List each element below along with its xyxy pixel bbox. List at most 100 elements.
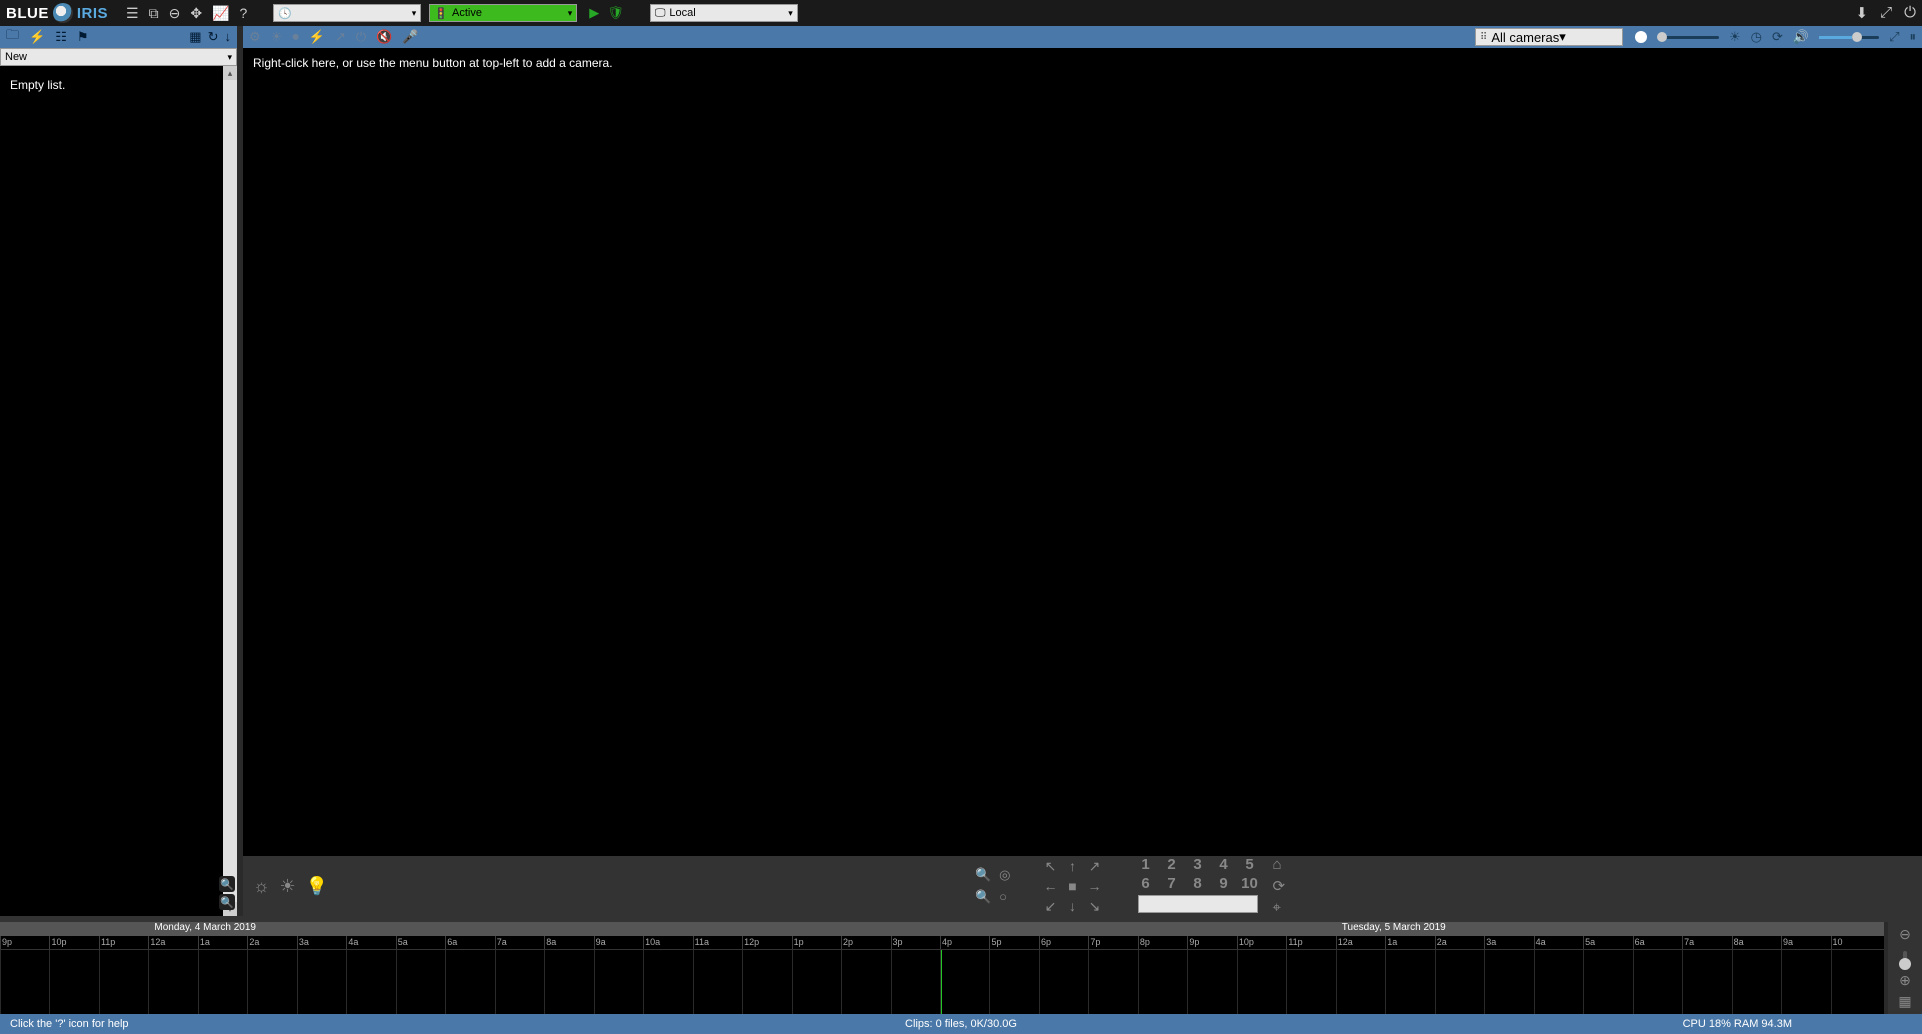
ir-light-icon[interactable]: 💡: [306, 876, 328, 897]
snapshot-icon[interactable]: ⚡: [309, 29, 325, 45]
timeline-date-2: Tuesday, 5 March 2019: [1342, 922, 1446, 933]
ptz-down-right-icon[interactable]: ↘: [1085, 897, 1105, 915]
speaker-icon[interactable]: 🔇: [376, 29, 392, 45]
zoom-out-icon[interactable]: 🔍: [975, 889, 991, 905]
home-icon[interactable]: ⌂: [1273, 856, 1286, 873]
hour-label: 1a: [1387, 937, 1397, 947]
record-icon[interactable]: ⏺: [292, 29, 299, 45]
hour-label: 2a: [1437, 937, 1447, 947]
preset-name-input[interactable]: [1138, 895, 1258, 913]
server-select[interactable]: 🖵 Local ▾: [650, 4, 798, 22]
preset-5[interactable]: 5: [1239, 856, 1261, 873]
volume-icon[interactable]: 🔊: [1793, 29, 1809, 45]
power-icon[interactable]: ⏻: [1904, 4, 1916, 22]
move-icon[interactable]: ✥: [190, 5, 202, 22]
preset-3[interactable]: 3: [1187, 856, 1209, 873]
sidebar-toolbar: 🗀 ⚡ ☷ ⚑ ▦ ↻ ↓: [0, 26, 237, 48]
timer-icon[interactable]: ◷: [1751, 29, 1762, 45]
timeline-date-1: Monday, 4 March 2019: [154, 922, 256, 933]
profile-select-value: Active: [452, 7, 482, 19]
flag-icon[interactable]: ⚑: [77, 29, 89, 45]
focus-near-icon[interactable]: ◎: [999, 867, 1010, 883]
brightness-up-icon[interactable]: ☀: [280, 876, 296, 897]
ptz-up-icon[interactable]: ↑: [1063, 857, 1083, 875]
alerts-icon[interactable]: ⚡: [29, 29, 45, 45]
focus-far-icon[interactable]: ○: [999, 889, 1007, 905]
preset-7[interactable]: 7: [1161, 875, 1183, 892]
preset-2[interactable]: 2: [1161, 856, 1183, 873]
cycle-icon[interactable]: ⟳: [1273, 877, 1286, 895]
expand-icon[interactable]: ⤢: [1889, 29, 1899, 45]
pause-icon[interactable]: ⏸: [1910, 29, 1917, 45]
ptz-down-icon[interactable]: ↓: [1063, 897, 1083, 915]
no-entry-icon[interactable]: ⊖: [169, 5, 181, 22]
fullscreen-icon[interactable]: ⤢: [1880, 4, 1892, 22]
clips-icon[interactable]: 🗀: [6, 26, 19, 48]
brightness-down-icon[interactable]: ☼: [253, 876, 270, 897]
camera-viewer[interactable]: Right-click here, or use the menu button…: [243, 48, 1922, 856]
empty-list-label: Empty list.: [10, 78, 227, 92]
preset-10[interactable]: 10: [1239, 875, 1261, 892]
zoom-in-icon[interactable]: 🔍: [975, 867, 991, 883]
layers-icon[interactable]: ☷: [55, 29, 67, 45]
sun-icon[interactable]: ☀: [271, 29, 283, 45]
zoom-in-icon[interactable]: 🔍: [219, 876, 235, 892]
logo-text-blue: BLUE: [6, 5, 49, 22]
title-bar: BLUE IRIS ☰ ⧉ ⊖ ✥ 📈 ? 🕓 ▾ 🚦 Active ▾ ▶ 🛡…: [0, 0, 1922, 26]
ptz-right-icon[interactable]: →: [1085, 877, 1105, 895]
tl-minus-icon[interactable]: ⊖: [1899, 926, 1911, 943]
preset-1[interactable]: 1: [1135, 856, 1157, 873]
sort-down-icon[interactable]: ↓: [225, 29, 232, 45]
folder-select[interactable]: New ▾: [0, 48, 237, 66]
sync-icon[interactable]: ⟳: [1772, 29, 1783, 45]
ptz-up-left-icon[interactable]: ↖: [1041, 857, 1061, 875]
mic-icon[interactable]: 🎤: [402, 29, 418, 45]
grid-icon: ⠿: [1480, 32, 1487, 43]
popout-icon[interactable]: ↗: [335, 29, 346, 45]
scroll-up-icon[interactable]: ▴: [223, 66, 237, 80]
camera-select[interactable]: ⠿ All cameras ▾: [1475, 28, 1623, 46]
preset-8[interactable]: 8: [1187, 875, 1209, 892]
list-icon[interactable]: ☰: [126, 5, 139, 22]
brightness-controls: ☼ ☀ 💡: [253, 876, 328, 897]
ptz-up-right-icon[interactable]: ↗: [1085, 857, 1105, 875]
timeline-track[interactable]: [0, 950, 1884, 1014]
hour-label: 10a: [645, 937, 660, 947]
hour-label: 9a: [596, 937, 606, 947]
gear-icon[interactable]: ⚙: [249, 29, 261, 45]
status-sys-label: CPU 18% RAM 94.3M: [1683, 1018, 1792, 1030]
play-icon[interactable]: ▶: [589, 5, 599, 21]
brightness-icon[interactable]: ☀: [1729, 29, 1741, 45]
preset-4[interactable]: 4: [1213, 856, 1235, 873]
refresh-clock-icon[interactable]: ↻: [208, 29, 219, 45]
hour-label: 2a: [249, 937, 259, 947]
tl-calendar-icon[interactable]: ▦: [1898, 993, 1911, 1010]
tl-plus-icon[interactable]: ⊕: [1899, 972, 1911, 989]
download-icon[interactable]: ⬇: [1856, 4, 1869, 22]
hour-label: 4a: [1536, 937, 1546, 947]
camera-menu-icon[interactable]: ⧉: [149, 5, 159, 22]
record-indicator[interactable]: [1635, 31, 1647, 43]
preset-9[interactable]: 9: [1213, 875, 1235, 892]
toolbar-power-icon[interactable]: ⏻: [356, 29, 366, 45]
chart-icon[interactable]: 📈: [212, 5, 229, 22]
ptz-down-left-icon[interactable]: ↙: [1041, 897, 1061, 915]
sidebar-scrollbar[interactable]: ▴ ▾: [223, 66, 237, 916]
calendar-icon[interactable]: ▦: [189, 29, 201, 45]
timeline-main[interactable]: Monday, 4 March 2019 Tuesday, 5 March 20…: [0, 922, 1884, 1014]
ptz-left-icon[interactable]: ←: [1041, 877, 1061, 895]
preset-6[interactable]: 6: [1135, 875, 1157, 892]
help-icon[interactable]: ?: [240, 5, 248, 22]
schedule-select[interactable]: 🕓 ▾: [273, 4, 421, 22]
shield-icon[interactable]: 🛡: [607, 5, 624, 21]
volume-slider[interactable]: [1819, 36, 1879, 39]
exposure-slider[interactable]: [1659, 36, 1719, 39]
ptz-stop-icon[interactable]: ■: [1063, 877, 1083, 895]
profile-select[interactable]: 🚦 Active ▾: [429, 4, 577, 22]
location-icon[interactable]: ⌖: [1273, 899, 1286, 916]
zoom-out-icon[interactable]: 🔍: [219, 894, 235, 910]
camera-select-value: All cameras: [1491, 30, 1559, 45]
timeline-zoom-slider[interactable]: [1903, 951, 1907, 964]
clip-list[interactable]: Empty list.: [0, 66, 237, 916]
scroll-track[interactable]: [223, 80, 237, 902]
